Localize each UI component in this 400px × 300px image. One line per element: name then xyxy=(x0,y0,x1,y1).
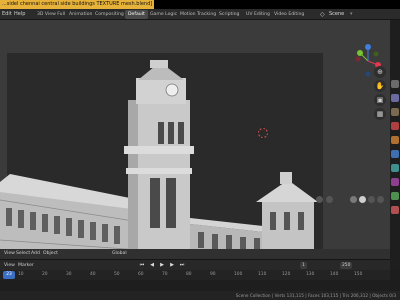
ruler-tick: 90 xyxy=(210,272,216,277)
modifier-properties-icon[interactable] xyxy=(391,150,399,158)
tab-3d-view-full[interactable]: 3D View Full xyxy=(34,10,68,19)
play-icon[interactable]: ▶ xyxy=(158,262,166,269)
window-title: ...sidel chennai central side buildings … xyxy=(0,0,155,9)
tab-animation[interactable]: Animation xyxy=(66,10,95,19)
material-properties-icon[interactable] xyxy=(391,206,399,214)
physics-properties-icon[interactable] xyxy=(391,164,399,172)
ruler-tick: 50 xyxy=(114,272,120,277)
ruler-tick: 10 xyxy=(18,272,24,277)
grid-icon[interactable]: ▦ xyxy=(374,108,386,120)
ruler-tick: 30 xyxy=(66,272,72,277)
status-bar: Scene Collection | Verts 131,115 | Faces… xyxy=(0,291,400,300)
jump-start-icon[interactable]: ⏮ xyxy=(138,262,146,269)
scene-statistics: Scene Collection | Verts 131,115 | Faces… xyxy=(235,293,396,298)
tab-compositing[interactable]: Compositing xyxy=(92,10,127,19)
ruler-tick: 80 xyxy=(186,272,192,277)
ruler-tick: 70 xyxy=(162,272,168,277)
scene-browse-icon[interactable]: ▾ xyxy=(350,9,353,20)
menu-edit[interactable]: Edit xyxy=(2,9,12,20)
timeline-body[interactable] xyxy=(0,280,390,291)
scene-properties-icon[interactable] xyxy=(391,122,399,130)
scene-icon: ◇ xyxy=(320,11,325,18)
xray-icon[interactable] xyxy=(326,196,333,203)
title-bar: ...sidel chennai central side buildings … xyxy=(0,0,400,9)
data-properties-icon[interactable] xyxy=(391,192,399,200)
constraints-properties-icon[interactable] xyxy=(391,178,399,186)
tab-default[interactable]: Default xyxy=(125,10,148,19)
3d-cursor-icon[interactable] xyxy=(256,126,270,140)
top-bar: Edit Help 3D View Full Animation Composi… xyxy=(0,9,400,20)
tool-properties-icon[interactable] xyxy=(391,80,399,88)
timeline-header: View Marker ⏮ ◀ ▶ ▶ ⏭ 1 250 xyxy=(0,259,390,270)
output-properties-icon[interactable] xyxy=(391,108,399,116)
blender-window: ...sidel chennai central side buildings … xyxy=(0,0,400,300)
jump-end-icon[interactable]: ⏭ xyxy=(178,262,186,269)
rendered-shading-icon[interactable] xyxy=(377,196,384,203)
ruler-tick: 20 xyxy=(42,272,48,277)
camera-icon[interactable]: ▣ xyxy=(374,94,386,106)
start-frame-field[interactable]: 1 xyxy=(300,262,307,269)
overlay-icon[interactable] xyxy=(316,196,323,203)
zoom-icon[interactable]: ⊕ xyxy=(374,66,386,78)
viewport-menu-object[interactable]: Object xyxy=(43,249,58,259)
viewport-shading-bar xyxy=(316,196,390,204)
building-model xyxy=(0,60,318,260)
end-frame-field[interactable]: 250 xyxy=(340,262,353,269)
render-properties-icon[interactable] xyxy=(391,94,399,102)
tab-uv-editing[interactable]: UV Editing xyxy=(243,10,273,19)
solid-shading-icon[interactable] xyxy=(359,196,366,203)
ruler-tick: 60 xyxy=(138,272,144,277)
ruler-tick: 110 xyxy=(258,272,267,277)
object-properties-icon[interactable] xyxy=(391,136,399,144)
wireframe-shading-icon[interactable] xyxy=(350,196,357,203)
tab-game-logic[interactable]: Game Logic xyxy=(147,10,180,19)
transform-orientation-select[interactable]: Global xyxy=(112,249,127,259)
tab-scripting[interactable]: Scripting xyxy=(216,10,242,19)
ruler-tick: 130 xyxy=(306,272,315,277)
tab-video-editing[interactable]: Video Editing xyxy=(271,10,307,19)
viewport-menu-add[interactable]: Add xyxy=(31,249,40,259)
3d-viewport[interactable]: ⊕ ✋ ▣ ▦ xyxy=(0,20,390,260)
viewport-menu-view[interactable]: View xyxy=(4,249,15,259)
hand-icon[interactable]: ✋ xyxy=(374,80,386,92)
tab-motion-tracking[interactable]: Motion Tracking xyxy=(177,10,219,19)
properties-tab-strip xyxy=(390,20,400,270)
ruler-tick: 150 xyxy=(354,272,363,277)
ruler-tick: 40 xyxy=(90,272,96,277)
timeline-ruler[interactable]: 10 20 30 40 50 60 70 80 90 100 110 120 1… xyxy=(0,270,390,280)
prev-keyframe-icon[interactable]: ◀ xyxy=(148,262,156,269)
menu-help[interactable]: Help xyxy=(14,9,25,20)
material-shading-icon[interactable] xyxy=(368,196,375,203)
ruler-tick: 120 xyxy=(282,272,291,277)
viewport-menu-select[interactable]: Select xyxy=(16,249,30,259)
playhead-current-frame[interactable]: 23 xyxy=(3,271,15,279)
ruler-tick: 100 xyxy=(234,272,243,277)
scene-selector[interactable]: Scene xyxy=(329,9,344,20)
next-keyframe-icon[interactable]: ▶ xyxy=(168,262,176,269)
viewport-header: View Select Add Object Global xyxy=(0,249,390,259)
ruler-tick: 140 xyxy=(330,272,339,277)
